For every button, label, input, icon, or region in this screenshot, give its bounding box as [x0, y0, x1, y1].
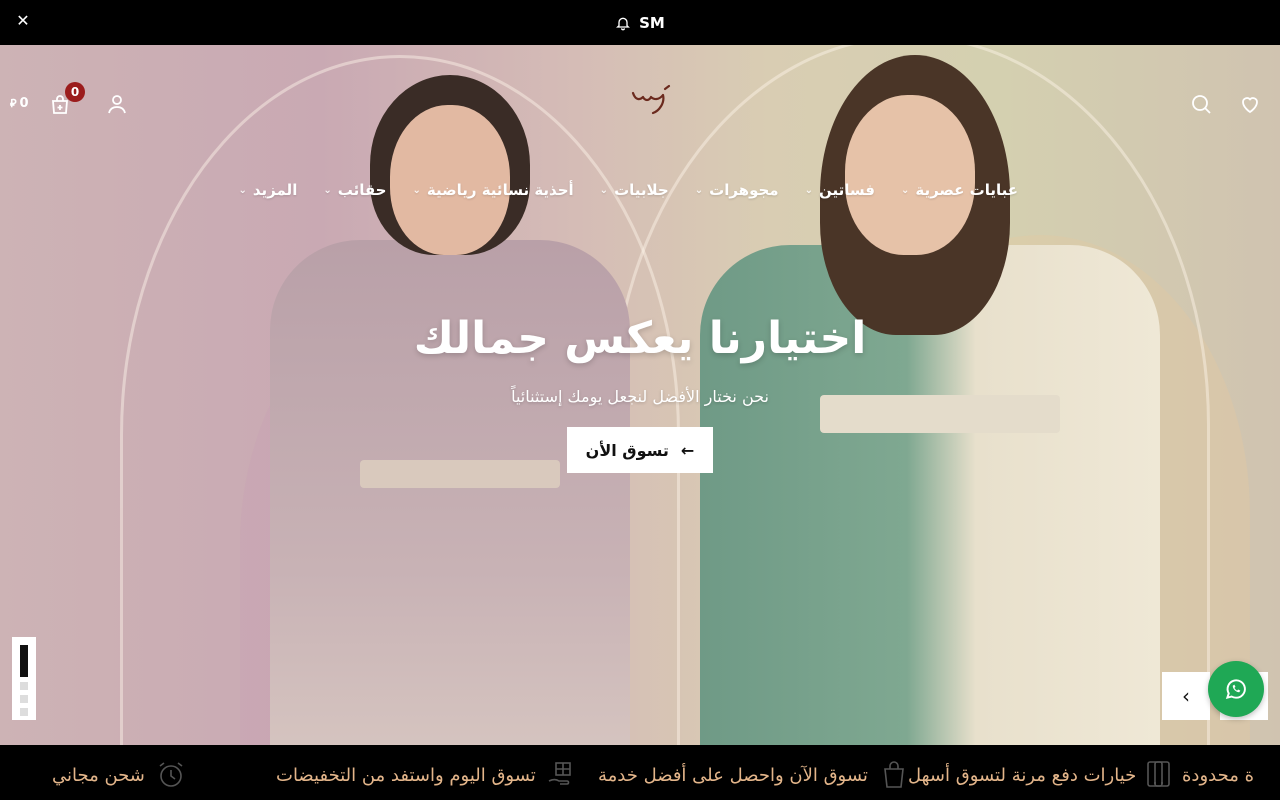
user-icon[interactable] — [105, 92, 129, 116]
bell-icon — [616, 17, 631, 30]
arrow-left-icon: ← — [680, 440, 695, 460]
announcement-text: SM — [639, 13, 665, 32]
hero-title: اختيارنا يعكس جمالك — [413, 313, 867, 364]
brand-logo[interactable] — [625, 83, 675, 123]
heart-icon[interactable] — [1238, 92, 1262, 116]
shopping-bag-icon — [884, 761, 904, 788]
nav-item-jewelry[interactable]: مجوهرات ⌄ — [695, 177, 779, 203]
slider-dot-active[interactable] — [20, 645, 28, 677]
slider-prev-button[interactable]: ‹ — [1162, 672, 1210, 720]
main-nav: عبايات عصرية ⌄ فساتين ⌄ مجوهرات ⌄ جلابيات ⌄ … — [238, 177, 1018, 203]
hero-subtitle: نحن نختار الأفضل لنجعل يومك إستثنائياً — [511, 387, 769, 406]
nav-item-more[interactable]: المزيد ⌄ — [238, 177, 297, 203]
shop-now-button[interactable]: تسوق الأن ← — [567, 427, 713, 473]
slider-dot[interactable] — [20, 695, 28, 703]
alarm-clock-icon — [159, 762, 183, 787]
features-marquee: ة محدودة خيارات دفع مرنة لتسوق أسهل تسوق… — [0, 745, 1280, 800]
feature-item: تسوق اليوم واستفد من التخفيضات — [276, 759, 578, 791]
chevron-down-icon: ⌄ — [694, 184, 704, 196]
nav-item-abayas[interactable]: عبايات عصرية ⌄ — [901, 177, 1018, 203]
model-figure-left — [270, 75, 630, 745]
feature-item: خيارات دفع مرنة لتسوق أسهل — [908, 759, 1178, 791]
chevron-down-icon: ⌄ — [599, 184, 609, 196]
nav-item-jalabiyas[interactable]: جلابيات ⌄ — [600, 177, 669, 203]
shop-now-label: تسوق الأن — [585, 440, 669, 460]
slider-dot[interactable] — [20, 682, 28, 690]
cart-total-value: 0 — [19, 96, 29, 111]
slider-dot[interactable] — [20, 708, 28, 716]
phone-payment-icon — [1154, 761, 1171, 787]
slider-pagination — [12, 637, 36, 720]
feature-item: تسوق الآن واحصل على أفضل خدمة — [598, 759, 910, 791]
currency-symbol: ⃁ — [10, 96, 17, 110]
nav-item-bags[interactable]: حقائب ⌄ — [323, 177, 386, 203]
chevron-down-icon: ⌄ — [900, 184, 910, 196]
announcement: SM — [615, 14, 665, 32]
whatsapp-button[interactable] — [1208, 661, 1264, 717]
cart-total: ⃁ 0 — [10, 96, 29, 111]
chevron-down-icon: ⌄ — [412, 184, 421, 196]
chevron-down-icon: ⌄ — [323, 184, 332, 196]
cart-count-badge: 0 — [65, 82, 85, 102]
nav-item-dresses[interactable]: فساتين ⌄ — [805, 177, 875, 203]
chevron-left-icon: ‹ — [1182, 684, 1190, 708]
nav-item-sport-shoes[interactable]: أحذية نسائية رياضية ⌄ — [412, 177, 573, 203]
feature-item: شحن مجاني — [52, 759, 187, 791]
gift-hand-icon — [548, 762, 571, 785]
chevron-down-icon: ⌄ — [238, 184, 247, 196]
close-icon[interactable]: ✕ — [14, 12, 32, 30]
chevron-down-icon: ⌄ — [804, 184, 813, 196]
announcement-bar: ✕ SM — [0, 0, 1280, 45]
hero-banner: 0 ⃁ 0 عبايات عصرية ⌄ فساتين ⌄ مجوهرات ⌄ جلا… — [0, 45, 1280, 745]
search-icon[interactable] — [1189, 92, 1213, 116]
whatsapp-icon — [1225, 679, 1246, 700]
